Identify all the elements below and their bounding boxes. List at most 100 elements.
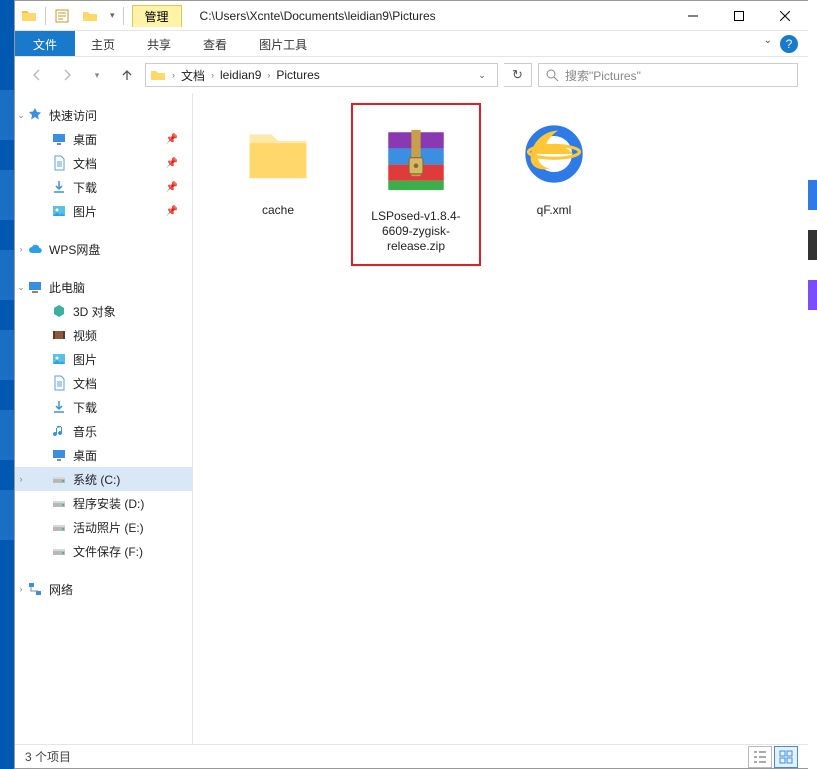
sidebar-item-文档[interactable]: 文档 (15, 371, 192, 395)
file-list[interactable]: cache LSPosed-v1.8.4-6609-zygisk-release.… (193, 93, 808, 744)
drive-icon (51, 495, 67, 511)
tree-label: 3D 对象 (73, 303, 116, 320)
details-view-button[interactable] (748, 746, 772, 768)
download-icon (51, 179, 67, 195)
file-item[interactable]: qF.xml (489, 103, 619, 218)
doc-icon (51, 155, 67, 171)
folder-icon (21, 8, 37, 24)
open-folder-icon[interactable] (82, 8, 98, 24)
file-item[interactable]: LSPosed-v1.8.4-6609-zygisk-release.zip (351, 103, 481, 266)
music-icon (51, 423, 67, 439)
expand-icon[interactable]: ⌄ (15, 110, 27, 121)
contextual-tab-header: 管理 (132, 5, 182, 27)
back-button[interactable] (25, 63, 49, 87)
sidebar-item-download[interactable]: 下载 📌 (15, 175, 192, 199)
refresh-button[interactable]: ↻ (504, 63, 532, 87)
address-bar[interactable]: › 文档 › leidian9 › Pictures ⌄ (145, 63, 498, 87)
tree-label: 活动照片 (E:) (73, 519, 144, 536)
sidebar-item-下载[interactable]: 下载 (15, 395, 192, 419)
search-input[interactable]: 搜索"Pictures" (538, 63, 798, 87)
expand-icon[interactable]: › (15, 474, 27, 484)
breadcrumb[interactable]: Pictures (272, 68, 323, 82)
ribbon-file-tab[interactable]: 文件 (15, 31, 75, 56)
pin-icon: 📌 (166, 182, 178, 193)
icons-view-button[interactable] (774, 746, 798, 768)
ribbon-view-tab[interactable]: 查看 (187, 31, 243, 56)
item-count: 3 个项目 (25, 748, 71, 765)
breadcrumb[interactable]: 文档 (177, 67, 209, 84)
ribbon-home-tab[interactable]: 主页 (75, 31, 131, 56)
sidebar-item-桌面[interactable]: 桌面 (15, 443, 192, 467)
ribbon-expand-icon[interactable]: ⌄ (758, 31, 778, 56)
forward-button[interactable] (55, 63, 79, 87)
minimize-button[interactable] (670, 1, 716, 30)
doc-icon (51, 375, 67, 391)
sidebar-item-picture[interactable]: 图片📌 (15, 199, 192, 223)
sidebar-item-desktop[interactable]: 桌面📌 (15, 127, 192, 151)
ribbon-picture-tools-tab[interactable]: 图片工具 (243, 31, 323, 56)
star-icon (27, 107, 43, 123)
pin-icon: 📌 (166, 158, 178, 169)
quick-access-node[interactable]: ⌄ 快速访问 (15, 103, 192, 127)
sidebar-item-图片[interactable]: 图片 (15, 347, 192, 371)
sidebar-item-3D 对象[interactable]: 3D 对象 (15, 299, 192, 323)
this-pc-node[interactable]: ⌄ 此电脑 (15, 275, 192, 299)
explorer-window: ▾ 管理 C:\Users\Xcnte\Documents\leidian9\P… (14, 0, 808, 769)
drive-icon (51, 543, 67, 559)
tree-label: 文档 (73, 155, 97, 172)
sidebar-item-活动照片 (E:)[interactable]: 活动照片 (E:) (15, 515, 192, 539)
tree-label: 下载 (73, 399, 97, 416)
file-name: qF.xml (489, 203, 619, 218)
network-icon (27, 581, 43, 597)
tree-label: 文件保存 (F:) (73, 543, 143, 560)
picture-icon (51, 203, 67, 219)
video-icon (51, 327, 67, 343)
file-item[interactable]: cache (213, 103, 343, 218)
tree-label: 下载 (73, 179, 97, 196)
3d-icon (51, 303, 67, 319)
address-dropdown-icon[interactable]: ⌄ (471, 70, 493, 81)
navigation-bar: ▾ › 文档 › leidian9 › Pictures ⌄ ↻ 搜索"Pict… (15, 57, 808, 93)
network-node[interactable]: › 网络 (15, 577, 192, 601)
close-button[interactable] (762, 1, 808, 30)
tree-label: 桌面 (73, 447, 97, 464)
download-icon (51, 399, 67, 415)
ribbon: 文件 主页 共享 查看 图片工具 ⌄ ? (15, 31, 808, 57)
drive-icon (51, 519, 67, 535)
qat-dropdown-icon[interactable]: ▾ (110, 10, 115, 21)
help-icon[interactable]: ? (780, 35, 798, 53)
sidebar-item-doc[interactable]: 文档 📌 (15, 151, 192, 175)
file-icon (233, 109, 323, 199)
sidebar-item-音乐[interactable]: 音乐 (15, 419, 192, 443)
status-bar: 3 个项目 (15, 744, 808, 768)
sidebar-item-系统 (C:)[interactable]: › 系统 (C:) (15, 467, 192, 491)
tree-label: 图片 (73, 203, 97, 220)
search-icon (545, 68, 559, 82)
wps-node[interactable]: › WPS网盘 (15, 237, 192, 261)
properties-icon[interactable] (54, 8, 70, 24)
sidebar-item-文件保存 (F:)[interactable]: 文件保存 (F:) (15, 539, 192, 563)
up-button[interactable] (115, 63, 139, 87)
file-icon (371, 115, 461, 205)
recent-locations-button[interactable]: ▾ (85, 63, 109, 87)
maximize-button[interactable] (716, 1, 762, 30)
tree-label: WPS网盘 (49, 241, 100, 258)
drive-icon (51, 471, 67, 487)
window-title: C:\Users\Xcnte\Documents\leidian9\Pictur… (182, 9, 670, 23)
tree-label: 快速访问 (49, 107, 97, 124)
tree-label: 系统 (C:) (73, 471, 120, 488)
desktop-icon (51, 447, 67, 463)
pin-icon: 📌 (166, 134, 178, 145)
pc-icon (27, 279, 43, 295)
breadcrumb[interactable]: leidian9 (216, 68, 265, 82)
file-name: LSPosed-v1.8.4-6609-zygisk-release.zip (353, 209, 479, 254)
desktop-icon (51, 131, 67, 147)
cloud-icon (27, 241, 43, 257)
location-icon (150, 67, 166, 83)
sidebar-item-视频[interactable]: 视频 (15, 323, 192, 347)
tree-label: 音乐 (73, 423, 97, 440)
sidebar-item-程序安装 (D:)[interactable]: 程序安装 (D:) (15, 491, 192, 515)
file-name: cache (213, 203, 343, 218)
ribbon-share-tab[interactable]: 共享 (131, 31, 187, 56)
expand-icon[interactable]: ⌄ (15, 282, 27, 293)
